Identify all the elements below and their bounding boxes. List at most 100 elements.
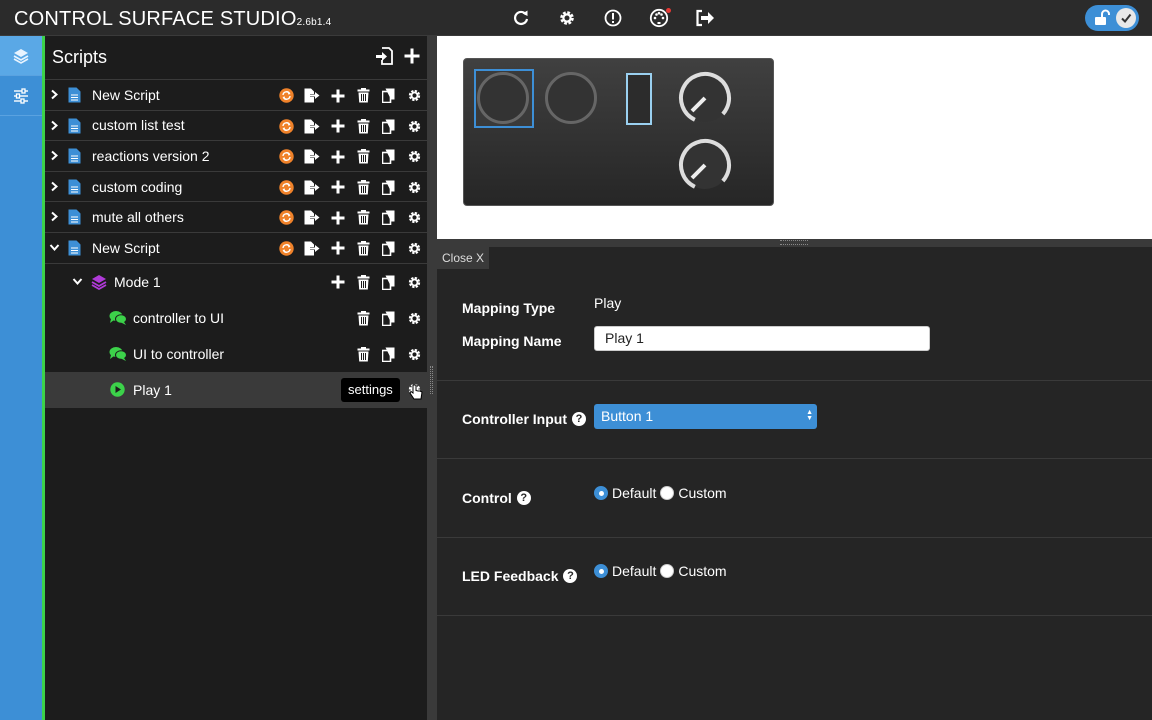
script-row[interactable]: mute all others xyxy=(45,202,427,233)
chevron-right-icon[interactable] xyxy=(49,181,60,192)
add-script-icon[interactable] xyxy=(403,47,421,65)
led-custom-label[interactable]: Custom xyxy=(678,563,726,579)
gear-icon[interactable] xyxy=(402,310,428,327)
copy-icon[interactable] xyxy=(376,179,402,196)
trash-icon[interactable] xyxy=(351,240,377,257)
script-label[interactable]: New Script xyxy=(92,240,160,256)
trash-icon[interactable] xyxy=(351,179,377,196)
mode-label[interactable]: Mode 1 xyxy=(114,274,161,290)
script-label[interactable]: New Script xyxy=(92,87,160,103)
sync-icon[interactable] xyxy=(274,240,300,257)
script-label[interactable]: custom list test xyxy=(92,117,185,133)
reaction-label[interactable]: controller to UI xyxy=(133,310,224,326)
help-icon[interactable]: ? xyxy=(563,569,578,583)
export-icon[interactable] xyxy=(300,148,326,165)
gear-icon[interactable] xyxy=(402,209,428,226)
trash-icon[interactable] xyxy=(351,310,377,327)
trash-icon[interactable] xyxy=(351,148,377,165)
export-icon[interactable] xyxy=(300,87,326,104)
script-label[interactable]: custom coding xyxy=(92,179,182,195)
fader-control[interactable] xyxy=(626,73,652,125)
help-icon[interactable]: ? xyxy=(572,412,586,426)
logout-icon[interactable] xyxy=(682,7,728,29)
trash-icon[interactable] xyxy=(351,209,377,226)
add-icon[interactable] xyxy=(325,209,351,226)
sync-icon[interactable] xyxy=(274,209,300,226)
add-icon[interactable] xyxy=(325,118,351,135)
reaction-row[interactable]: UI to controller xyxy=(45,336,427,372)
control-custom-radio[interactable] xyxy=(660,486,675,500)
chevron-down-icon[interactable] xyxy=(72,276,83,287)
lock-toggle[interactable] xyxy=(1085,5,1139,31)
refresh-icon[interactable] xyxy=(498,7,544,29)
gear-icon[interactable] xyxy=(402,346,428,363)
chevron-right-icon[interactable] xyxy=(49,211,60,222)
copy-icon[interactable] xyxy=(376,148,402,165)
import-script-icon[interactable] xyxy=(375,47,393,65)
chevron-right-icon[interactable] xyxy=(49,89,60,100)
gear-icon[interactable] xyxy=(402,240,428,257)
mapping-label[interactable]: Play 1 xyxy=(133,382,172,398)
gear-icon[interactable] xyxy=(402,87,428,104)
gear-icon[interactable] xyxy=(402,179,428,196)
led-default-label[interactable]: Default xyxy=(612,563,656,579)
trash-icon[interactable] xyxy=(351,346,377,363)
reaction-row[interactable]: controller to UI xyxy=(45,300,427,336)
export-icon[interactable] xyxy=(300,240,326,257)
led-default-radio[interactable] xyxy=(594,564,608,578)
script-row[interactable]: custom list test xyxy=(45,111,427,142)
add-icon[interactable] xyxy=(325,148,351,165)
midi-icon[interactable] xyxy=(636,7,682,29)
copy-icon[interactable] xyxy=(376,118,402,135)
script-row[interactable]: reactions version 2 xyxy=(45,141,427,172)
export-icon[interactable] xyxy=(300,179,326,196)
gear-icon[interactable] xyxy=(402,148,428,165)
copy-icon[interactable] xyxy=(376,346,402,363)
add-icon[interactable] xyxy=(325,274,351,291)
trash-icon[interactable] xyxy=(351,274,377,291)
export-icon[interactable] xyxy=(300,209,326,226)
mapping-name-input[interactable]: Play 1 xyxy=(594,326,930,351)
script-row[interactable]: custom coding xyxy=(45,172,427,203)
script-label[interactable]: reactions version 2 xyxy=(92,148,210,164)
control-default-label[interactable]: Default xyxy=(612,485,656,501)
panel-resize-handle[interactable] xyxy=(427,36,437,720)
add-icon[interactable] xyxy=(325,240,351,257)
preview-resize-handle[interactable] xyxy=(437,239,1152,247)
reaction-label[interactable]: UI to controller xyxy=(133,346,224,362)
trash-icon[interactable] xyxy=(351,118,377,135)
alert-icon[interactable] xyxy=(590,7,636,29)
led-custom-radio[interactable] xyxy=(660,564,675,578)
script-label[interactable]: mute all others xyxy=(92,209,184,225)
add-icon[interactable] xyxy=(325,87,351,104)
export-icon[interactable] xyxy=(300,118,326,135)
rail-scripts-button[interactable] xyxy=(0,36,42,76)
controller-input-select[interactable]: Button 1 ▲ ▼ xyxy=(594,404,817,429)
mapping-row[interactable]: Play 1 settings xyxy=(45,371,427,408)
mode-row[interactable]: Mode 1 xyxy=(45,264,427,300)
selected-button-control[interactable] xyxy=(474,69,534,128)
gear-icon[interactable] xyxy=(544,7,590,29)
sync-icon[interactable] xyxy=(274,87,300,104)
control-default-radio[interactable] xyxy=(594,486,608,500)
copy-icon[interactable] xyxy=(376,209,402,226)
copy-icon[interactable] xyxy=(376,274,402,291)
knob-1-control[interactable] xyxy=(678,71,732,125)
rail-settings-button[interactable] xyxy=(0,76,42,116)
control-custom-label[interactable]: Custom xyxy=(678,485,726,501)
sync-icon[interactable] xyxy=(274,118,300,135)
close-button[interactable]: Close X xyxy=(437,247,490,269)
knob-2-control[interactable] xyxy=(678,138,732,192)
gear-icon[interactable] xyxy=(402,274,428,291)
chevron-right-icon[interactable] xyxy=(49,120,60,131)
help-icon[interactable]: ? xyxy=(516,491,531,505)
script-row[interactable]: New Script xyxy=(45,233,427,264)
sync-icon[interactable] xyxy=(274,148,300,165)
gear-icon[interactable] xyxy=(402,118,428,135)
script-row[interactable]: New Script xyxy=(45,80,427,111)
copy-icon[interactable] xyxy=(376,87,402,104)
add-icon[interactable] xyxy=(325,179,351,196)
sync-icon[interactable] xyxy=(274,179,300,196)
trash-icon[interactable] xyxy=(351,87,377,104)
chevron-down-icon[interactable] xyxy=(49,242,60,253)
